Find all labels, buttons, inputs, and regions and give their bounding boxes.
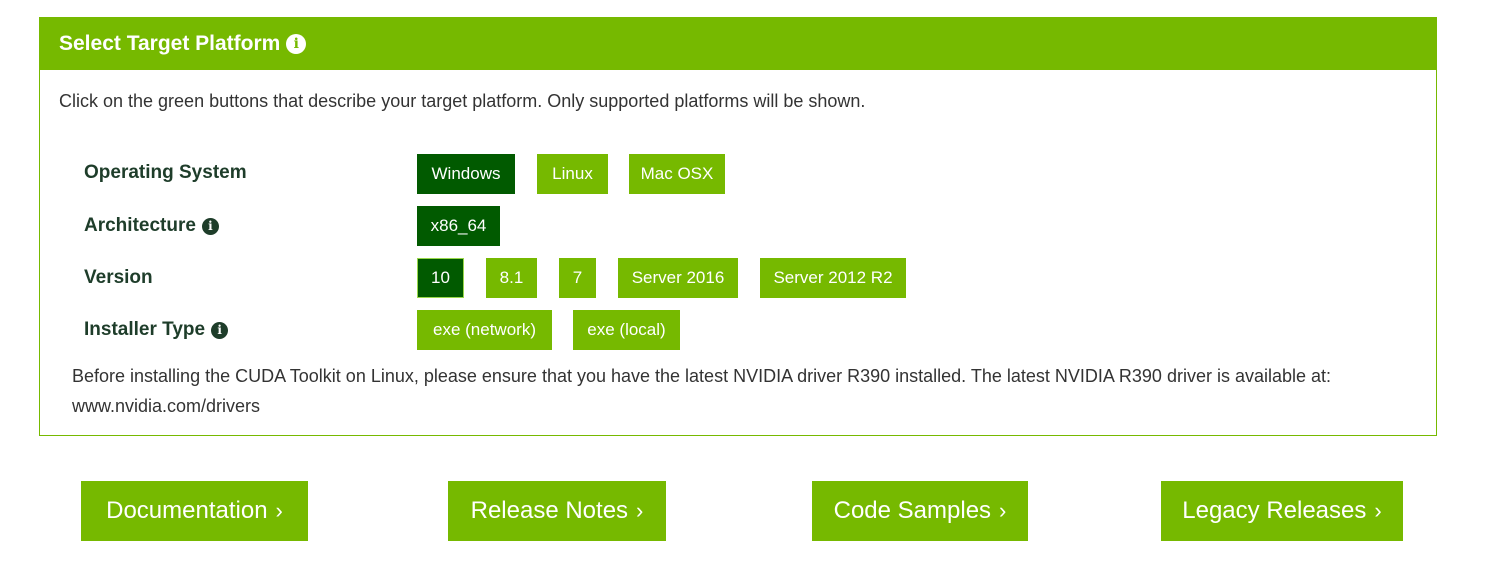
os-option-mac-osx[interactable]: Mac OSX [629,154,725,194]
target-platform-panel: Select Target Platform i Click on the gr… [39,17,1437,436]
info-icon[interactable]: i [201,217,219,235]
chevron-right-icon: › [999,498,1007,523]
chevron-right-icon: › [275,498,283,523]
installer-type-label-text: Installer Type [84,319,206,340]
chevron-right-icon: › [1374,498,1382,523]
installer-option-exe-local[interactable]: exe (local) [573,310,680,350]
version-option-server-2016[interactable]: Server 2016 [618,258,738,298]
version-option-8-1[interactable]: 8.1 [486,258,537,298]
os-label-text: Operating System [84,162,247,183]
panel-title-text: Select Target Platform [59,32,281,55]
info-icon[interactable]: i [211,321,229,339]
version-label-text: Version [84,267,153,288]
documentation-button-label: Documentation [106,497,268,524]
release-notes-button-label: Release Notes [470,497,629,524]
os-label: Operating System [84,153,247,193]
installer-option-exe-network[interactable]: exe (network) [417,310,552,350]
documentation-button[interactable]: Documentation › [81,481,308,541]
version-option-server-2012-r2[interactable]: Server 2012 R2 [760,258,906,298]
version-option-7[interactable]: 7 [559,258,596,298]
arch-option-x86-64[interactable]: x86_64 [417,206,500,246]
architecture-label-text: Architecture [84,215,196,236]
os-option-windows[interactable]: Windows [417,154,515,194]
installer-type-label: Installer Type i [84,310,229,350]
os-option-linux[interactable]: Linux [537,154,608,194]
code-samples-button[interactable]: Code Samples › [812,481,1028,541]
intro-text: Click on the green buttons that describe… [59,91,866,111]
architecture-label: Architecture i [84,206,219,246]
release-notes-button[interactable]: Release Notes › [448,481,666,541]
version-option-10[interactable]: 10 [417,258,464,298]
code-samples-button-label: Code Samples [833,497,992,524]
info-icon[interactable]: i [286,34,307,54]
version-label: Version [84,258,153,298]
driver-note: Before installing the CUDA Toolkit on Li… [72,366,1332,416]
panel-title: Select Target Platform i [59,32,307,56]
legacy-releases-button-label: Legacy Releases [1182,497,1367,524]
panel-header: Select Target Platform i [40,18,1436,70]
legacy-releases-button[interactable]: Legacy Releases › [1161,481,1403,541]
chevron-right-icon: › [636,498,644,523]
